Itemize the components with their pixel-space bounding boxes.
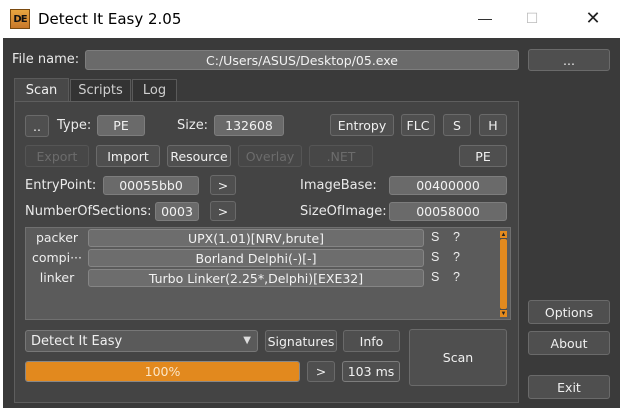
result-type: packer: [35, 230, 79, 245]
result-type: compi···: [31, 250, 83, 265]
sections-value: 0003: [155, 202, 199, 221]
result-type: linker: [39, 270, 75, 285]
entropy-button[interactable]: Entropy: [330, 114, 394, 136]
import-button[interactable]: Import: [96, 145, 160, 167]
main-window: File name: C:/Users/ASUS/Desktop/05.exe …: [3, 38, 620, 408]
info-link[interactable]: ?: [453, 270, 460, 284]
up-button[interactable]: ..: [25, 115, 49, 137]
entrypoint-go-button[interactable]: >: [210, 175, 236, 195]
engine-select-value: Detect It Easy: [31, 333, 123, 349]
chevron-down-icon: ▼: [243, 335, 251, 346]
file-path-field[interactable]: C:/Users/ASUS/Desktop/05.exe: [85, 50, 519, 70]
signature-link[interactable]: S: [431, 250, 439, 264]
result-name[interactable]: Turbo Linker(2.25*,Delphi)[EXE32]: [88, 269, 424, 287]
info-button[interactable]: Info: [343, 330, 400, 352]
flc-button[interactable]: FLC: [401, 114, 435, 136]
sections-go-button[interactable]: >: [210, 201, 236, 221]
scroll-up-icon[interactable]: ▲: [500, 231, 507, 238]
minimize-button[interactable]: —: [462, 0, 508, 36]
sizeofimage-label: SizeOfImage:: [300, 204, 387, 219]
list-item: linker Turbo Linker(2.25*,Delphi)[EXE32]…: [26, 269, 506, 288]
results-list: packer UPX(1.01)[NRV,brute] S ? compi···…: [25, 227, 511, 320]
type-label: Type:: [57, 118, 92, 133]
scroll-down-icon[interactable]: ▼: [500, 310, 507, 317]
entrypoint-label: EntryPoint:: [25, 178, 97, 193]
signature-link[interactable]: S: [431, 230, 439, 244]
scroll-thumb[interactable]: [500, 239, 507, 309]
maximize-button[interactable]: ☐: [509, 0, 555, 36]
result-name[interactable]: UPX(1.01)[NRV,brute]: [88, 229, 424, 247]
engine-select[interactable]: Detect It Easy ▼: [25, 330, 258, 352]
title-bar: DE Detect It Easy 2.05 — ☐ ✕: [0, 0, 623, 38]
tab-scan[interactable]: Scan: [14, 78, 69, 102]
size-value: 132608: [214, 115, 284, 136]
list-item: packer UPX(1.01)[NRV,brute] S ?: [26, 229, 506, 248]
tab-log[interactable]: Log: [132, 79, 177, 101]
app-logo-icon: DE: [10, 9, 30, 29]
resource-button[interactable]: Resource: [167, 145, 231, 167]
pe-button[interactable]: PE: [459, 145, 507, 167]
sizeofimage-value: 00058000: [389, 202, 507, 221]
scan-button[interactable]: Scan: [409, 329, 507, 386]
next-button[interactable]: >: [307, 361, 335, 382]
overlay-button[interactable]: Overlay: [238, 145, 302, 167]
type-value[interactable]: PE: [97, 115, 145, 136]
file-name-label: File name:: [12, 52, 80, 67]
tab-scripts[interactable]: Scripts: [70, 79, 131, 101]
net-button[interactable]: .NET: [309, 145, 373, 167]
signature-link[interactable]: S: [431, 270, 439, 284]
results-scrollbar[interactable]: ▲ ▼: [500, 231, 507, 317]
s-button[interactable]: S: [443, 114, 471, 136]
info-link[interactable]: ?: [453, 230, 460, 244]
imagebase-label: ImageBase:: [300, 178, 377, 193]
signatures-button[interactable]: Signatures: [265, 330, 337, 352]
about-button[interactable]: About: [528, 331, 610, 355]
scan-time: 103 ms: [342, 361, 400, 382]
imagebase-value: 00400000: [389, 176, 507, 195]
h-button[interactable]: H: [479, 114, 507, 136]
options-button[interactable]: Options: [528, 300, 610, 324]
sections-label: NumberOfSections:: [25, 204, 152, 219]
progress-text: 100%: [144, 364, 181, 379]
exit-button[interactable]: Exit: [528, 375, 610, 399]
result-name[interactable]: Borland Delphi(-)[-]: [88, 249, 424, 267]
window-title: Detect It Easy 2.05: [38, 10, 182, 28]
scan-progress-bar: 100%: [25, 361, 300, 382]
list-item: compi··· Borland Delphi(-)[-] S ?: [26, 249, 506, 268]
size-label: Size:: [177, 118, 209, 133]
info-link[interactable]: ?: [453, 250, 460, 264]
entrypoint-value: 00055bb0: [103, 176, 199, 195]
export-button[interactable]: Export: [25, 145, 89, 167]
close-button[interactable]: ✕: [570, 0, 616, 36]
browse-button[interactable]: ...: [528, 49, 610, 71]
